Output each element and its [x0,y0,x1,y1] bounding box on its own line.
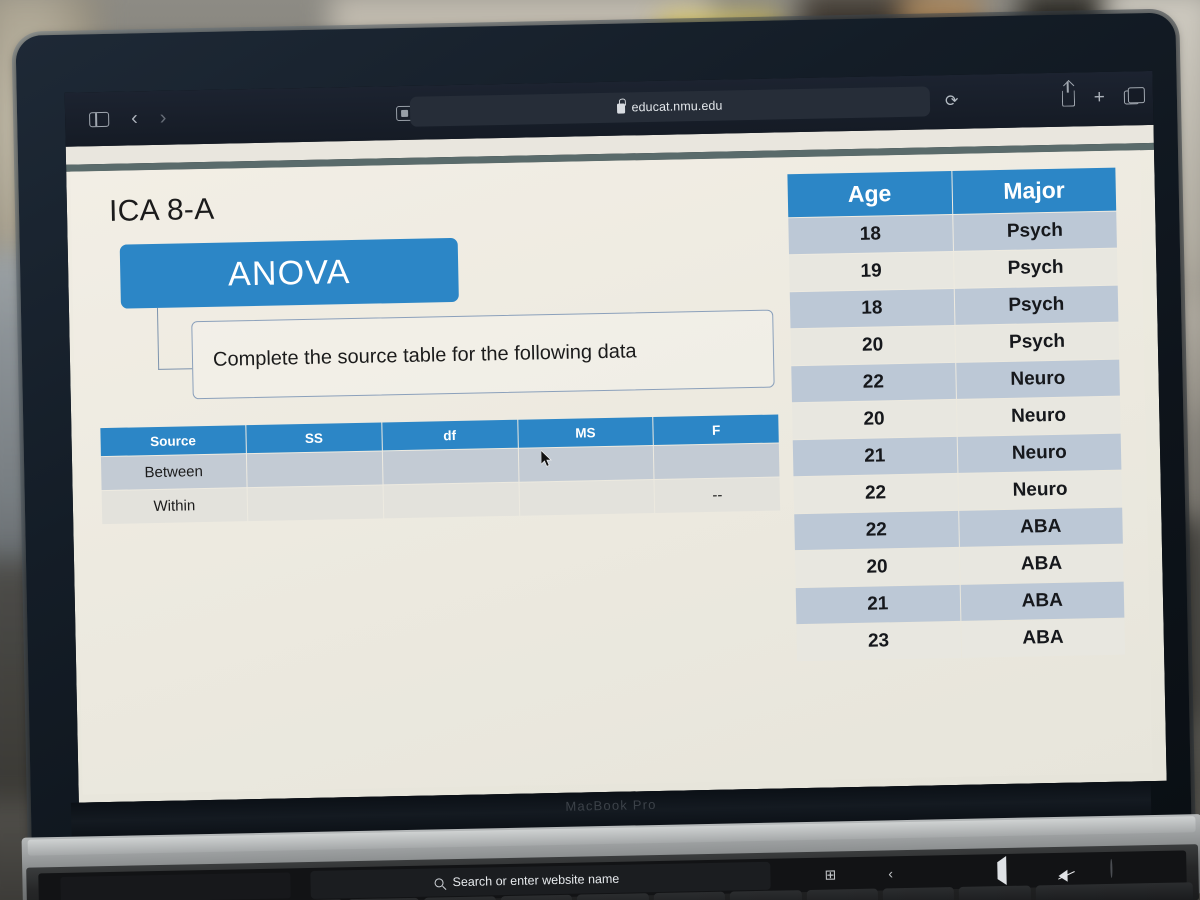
cell-age: 20 [794,547,960,588]
cell-major: Neuro [957,433,1122,473]
plus-icon[interactable]: + [1094,87,1106,108]
touch-bar-left-region[interactable] [60,872,291,900]
cell-age: 23 [796,621,961,662]
cell-major: ABA [960,618,1126,658]
cell-major: Neuro [957,470,1123,510]
web-page: ICA 8-A ANOVA Complete the source table … [66,149,1167,803]
share-icon[interactable] [1061,89,1075,107]
source-cell-within-ss[interactable] [247,485,383,522]
key[interactable] [577,893,649,900]
cell-major: ABA [958,507,1123,547]
sidebar-icon[interactable] [89,111,110,127]
volume-icon[interactable] [996,856,1007,886]
source-table-header-source: Source [100,425,246,457]
cell-age: 20 [791,399,957,440]
source-table-header-ms: MS [517,417,654,448]
table-row: 21 ABA [795,581,1125,625]
cell-age: 22 [794,510,959,551]
data-table: Age Major 18 Psych 19 Psych 18 Psych 20 Psyc… [786,167,1126,663]
cell-major: Psych [953,248,1118,288]
cell-major: ABA [960,581,1125,621]
key[interactable] [500,894,573,900]
source-table-header-ss: SS [246,422,382,454]
cell-age: 20 [790,325,955,366]
cell-major: Psych [954,285,1119,325]
table-row: 23 ABA [796,618,1126,662]
address-bar-url: educat.nmu.edu [631,98,723,115]
topic-banner: ANOVA [119,237,459,309]
chevron-left-icon[interactable]: ‹ [131,107,138,129]
slide-canvas: ICA 8-A ANOVA Complete the source table … [70,150,1153,795]
cell-major: ABA [959,544,1124,584]
table-row: 22 Neuro [791,359,1120,403]
data-table-header-major: Major [951,167,1117,214]
key[interactable] [882,887,955,900]
cell-age: 21 [795,584,960,625]
key[interactable] [806,888,879,900]
source-cell-within-ms[interactable] [519,480,655,516]
key[interactable] [653,891,726,900]
table-row: 18 Psych [788,211,1117,255]
cell-age: 21 [792,436,957,477]
source-row-label-within: Within [101,488,248,525]
touch-bar-search-placeholder: Search or enter website name [452,871,620,890]
instruction-text: Complete the source table for the follow… [212,339,637,371]
lock-icon [617,102,626,114]
source-cell-between-f[interactable] [654,443,780,479]
table-row: 20 ABA [794,544,1124,588]
table-row: 20 Psych [790,322,1120,366]
data-table-body: 18 Psych 19 Psych 18 Psych 20 Psych 22 Neuro … [788,211,1126,662]
topic-label: ANOVA [227,252,351,294]
cell-major: Neuro [955,359,1120,399]
magnifier-icon [434,877,444,887]
table-row: 22 Neuro [793,470,1123,514]
table-row: 18 Psych [789,285,1119,329]
instruction-callout: Complete the source table for the follow… [191,309,775,400]
table-row: 19 Psych [789,248,1118,292]
cell-major: Psych [954,322,1120,362]
source-cell-between-ss[interactable] [246,451,383,488]
source-cell-between-df[interactable] [382,448,519,485]
chevron-left-icon[interactable]: ‹ [888,865,893,881]
tab-overview-icon[interactable] [1123,89,1140,104]
cell-age: 22 [793,473,958,514]
table-row: 20 Neuro [791,396,1121,440]
source-table: Source SS df MS F Between Within -- [99,413,781,525]
chevron-right-icon[interactable]: › [160,107,167,129]
cell-major: Neuro [956,396,1121,436]
table-row: 21 Neuro [792,433,1122,477]
page-title: ICA 8-A [108,192,215,228]
source-table-header-df: df [382,419,518,451]
address-bar[interactable]: educat.nmu.edu [409,86,931,127]
cell-age: 22 [791,362,956,403]
source-row-label-between: Between [100,454,247,491]
photo-of-laptop-screen: ‹ › educat.nmu.edu ⟳ + ICA 8-A ANOVA Com… [0,0,1200,900]
cell-age: 18 [788,214,953,255]
cell-age: 19 [789,251,954,292]
source-cell-within-f: -- [654,477,781,513]
source-table-header-f: F [653,414,779,445]
macbook-pro-laptop: ‹ › educat.nmu.edu ⟳ + ICA 8-A ANOVA Com… [5,0,1200,900]
key[interactable] [959,885,1031,900]
data-table-header-row: Age Major [787,167,1117,218]
toolbar-left-group: ‹ › [81,107,167,130]
connector-line [156,307,193,370]
key[interactable] [729,890,802,900]
key[interactable] [1035,882,1194,900]
source-cell-between-ms[interactable] [518,446,654,482]
cell-major: Psych [952,211,1117,251]
key[interactable] [424,896,497,900]
toolbar-right-group: + [1061,87,1140,108]
data-table-header-age: Age [787,170,952,218]
cell-age: 18 [789,288,954,329]
source-cell-within-df[interactable] [383,482,519,519]
new-tab-icon[interactable]: ⊞ [824,866,836,883]
reload-icon[interactable]: ⟳ [945,91,959,111]
mouse-cursor [540,450,552,467]
siri-icon[interactable] [1110,858,1113,878]
laptop-screen: ‹ › educat.nmu.edu ⟳ + ICA 8-A ANOVA Com… [64,70,1167,803]
table-row: 22 ABA [794,507,1123,551]
